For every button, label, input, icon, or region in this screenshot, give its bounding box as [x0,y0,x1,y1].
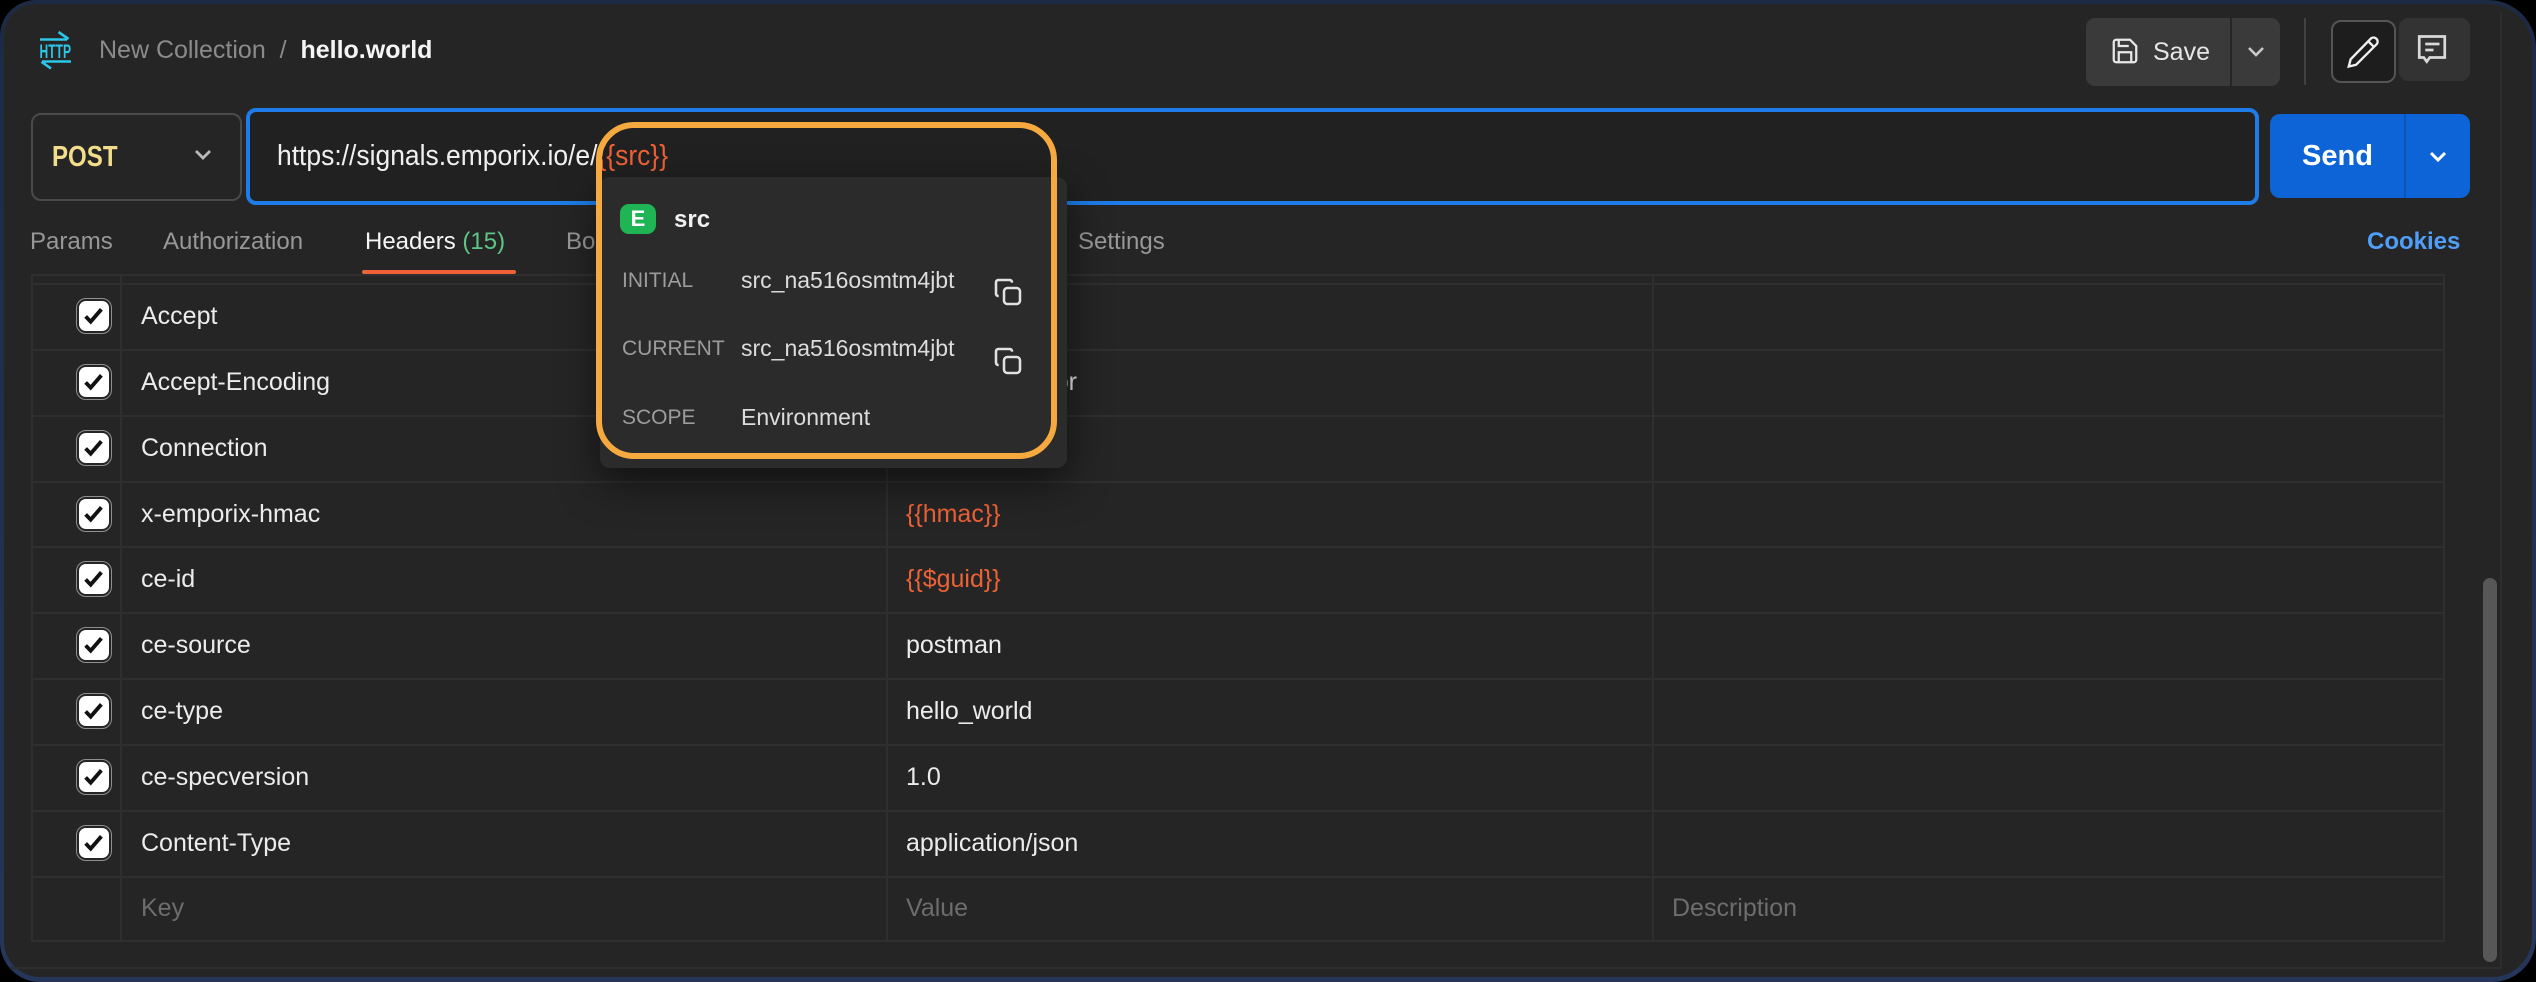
svg-text:HTTP: HTTP [40,42,72,63]
